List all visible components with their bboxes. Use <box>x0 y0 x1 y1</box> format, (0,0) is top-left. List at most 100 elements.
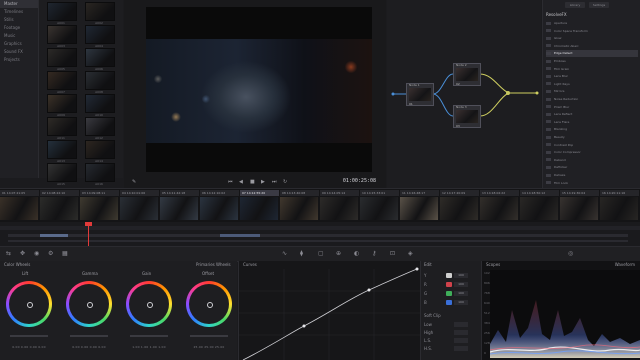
wheel-crosshair[interactable] <box>27 302 33 308</box>
channel-intensity[interactable]: 100 <box>454 273 468 278</box>
media-clip-thumbnail[interactable] <box>85 2 115 21</box>
color-wheel-lift[interactable] <box>6 281 52 327</box>
wheel-values[interactable]: 1.00 1.00 1.00 1.00 <box>126 345 172 349</box>
bin-item[interactable]: Music <box>0 32 38 40</box>
eye-icon[interactable]: ◎ <box>568 250 573 257</box>
mixer-node[interactable] <box>506 91 510 95</box>
fx-item[interactable]: Blanking <box>546 126 638 133</box>
timeline-clip[interactable] <box>40 234 68 237</box>
soft-clip-value[interactable] <box>454 330 468 335</box>
playhead-handle[interactable] <box>85 222 92 226</box>
timeline-clip-thumbnail[interactable]: 03 14:09:08:11 <box>80 190 119 221</box>
video-track[interactable] <box>8 234 628 237</box>
timeline-clip-thumbnail[interactable]: 02 14:08:22:10 <box>40 190 79 221</box>
fx-item[interactable]: Deflicker <box>546 164 638 171</box>
media-clip-thumbnail[interactable] <box>47 163 77 182</box>
blur-icon[interactable]: ◐ <box>354 250 359 257</box>
next-frame-button[interactable]: ⏭ <box>272 179 277 185</box>
timeline-clip-thumbnail[interactable]: 01 14:07:21:05 <box>0 190 39 221</box>
tracker-icon[interactable]: ⊕ <box>336 250 341 257</box>
bin-item[interactable]: Projects <box>0 56 38 64</box>
fx-item[interactable]: Lens Blur <box>546 73 638 80</box>
play-reverse-button[interactable]: ◀ <box>239 179 243 185</box>
timeline-clip[interactable] <box>220 234 260 237</box>
channel-intensity[interactable]: 100 <box>454 282 468 287</box>
color-wheel-gamma[interactable] <box>66 281 112 327</box>
timeline-clip-thumbnail[interactable]: 15 14:19:30:04 <box>560 190 599 221</box>
tab-library[interactable]: Library <box>565 2 585 8</box>
color-node[interactable]: Node 1 01 <box>406 83 434 106</box>
timeline-clip-thumbnail[interactable]: 05 14:11:42:18 <box>160 190 199 221</box>
timeline-ruler[interactable] <box>0 226 640 230</box>
fx-item[interactable]: Color Space Transform <box>546 28 638 35</box>
timeline-clip-thumbnail[interactable]: 10 14:15:33:01 <box>360 190 399 221</box>
media-clip-thumbnail[interactable] <box>85 117 115 136</box>
scope-mode-select[interactable]: Waveform <box>615 262 635 267</box>
media-clip-thumbnail[interactable] <box>47 140 77 159</box>
fx-item[interactable]: Chromatic Aberr. <box>546 43 638 50</box>
fx-item[interactable]: Contrast Pop <box>546 142 638 149</box>
pencil-icon[interactable]: ✎ <box>132 179 136 185</box>
color-wheel-gain[interactable] <box>126 281 172 327</box>
fx-item[interactable]: Film Look <box>546 180 638 187</box>
master-wheel-slider[interactable] <box>130 335 168 337</box>
fx-item[interactable]: Film Grain <box>546 66 638 73</box>
fx-item[interactable]: Noise Reduction <box>546 96 638 103</box>
curve-point[interactable] <box>302 324 306 328</box>
window-icon[interactable]: ▢ <box>318 250 324 257</box>
timeline-clip-thumbnail[interactable]: 09 14:14:05:14 <box>320 190 359 221</box>
timeline-clip-thumbnail[interactable]: 07 14:12:55:20 <box>240 190 279 221</box>
audio-track[interactable] <box>8 240 628 242</box>
bin-item[interactable]: Footage <box>0 24 38 32</box>
wheel-values[interactable]: 0.00 0.00 0.00 0.00 <box>6 345 52 349</box>
media-clip-thumbnail[interactable] <box>47 94 77 113</box>
wheel-crosshair[interactable] <box>207 302 213 308</box>
bin-item[interactable]: Graphics <box>0 40 38 48</box>
timeline-clip-thumbnail[interactable]: 04 14:10:01:06 <box>120 190 159 221</box>
output-dot[interactable] <box>535 91 539 95</box>
soft-clip-value[interactable] <box>454 338 468 343</box>
timeline-clip-thumbnail[interactable]: 11 14:16:48:17 <box>400 190 439 221</box>
loop-button[interactable]: ↻ <box>283 179 287 185</box>
fx-item[interactable]: Beauty <box>546 134 638 141</box>
media-clip-thumbnail[interactable] <box>85 140 115 159</box>
channel-swatch[interactable] <box>446 300 452 305</box>
channel-intensity[interactable]: 100 <box>454 300 468 305</box>
fx-item[interactable]: Prism Blur <box>546 104 638 111</box>
wheel-values[interactable]: 25.00 25.00 25.00 <box>186 345 232 349</box>
fx-item[interactable]: Edge Detect <box>546 50 638 58</box>
wheel-crosshair[interactable] <box>87 302 93 308</box>
globe-icon[interactable]: ◉ <box>34 250 39 257</box>
bin-item[interactable]: Master <box>0 0 38 8</box>
fx-item[interactable]: Mirrors <box>546 88 638 95</box>
master-wheel-slider[interactable] <box>10 335 48 337</box>
timeline-clip-thumbnail[interactable]: 16 14:20:11:16 <box>600 190 639 221</box>
fx-item[interactable]: Glow <box>546 35 638 42</box>
sizing-icon[interactable]: ⊡ <box>390 250 395 257</box>
arrow-icon[interactable]: ⇆ <box>6 250 11 257</box>
channel-swatch[interactable] <box>446 282 452 287</box>
grab-icon[interactable]: ✥ <box>20 250 25 257</box>
color-node[interactable]: Node 2 02 <box>453 63 481 86</box>
timeline-clip-thumbnail[interactable]: 08 14:13:40:08 <box>280 190 319 221</box>
fx-item[interactable]: Color Compressor <box>546 149 638 156</box>
curve-point[interactable] <box>367 288 371 292</box>
master-wheel-slider[interactable] <box>70 335 108 337</box>
fx-item[interactable]: Deband <box>546 157 638 164</box>
fx-item[interactable]: Lens Reflect <box>546 111 638 118</box>
fx-item[interactable]: Light Rays <box>546 81 638 88</box>
eyedropper-icon[interactable]: ⧫ <box>300 250 303 257</box>
settings-icon[interactable]: ⚙ <box>48 250 53 257</box>
color-node[interactable]: Node 3 03 <box>453 105 481 128</box>
media-clip-thumbnail[interactable] <box>85 71 115 90</box>
wheel-crosshair[interactable] <box>147 302 153 308</box>
media-clip-thumbnail[interactable] <box>47 48 77 67</box>
soft-clip-value[interactable] <box>454 346 468 351</box>
media-clip-thumbnail[interactable] <box>47 2 77 21</box>
curve-point[interactable] <box>415 267 419 271</box>
soft-clip-value[interactable] <box>454 322 468 327</box>
tab-settings[interactable]: Settings <box>589 2 609 8</box>
curve-icon[interactable]: ∿ <box>282 250 287 257</box>
prev-frame-button[interactable]: ⏮ <box>228 179 233 185</box>
channel-swatch[interactable] <box>446 273 452 278</box>
